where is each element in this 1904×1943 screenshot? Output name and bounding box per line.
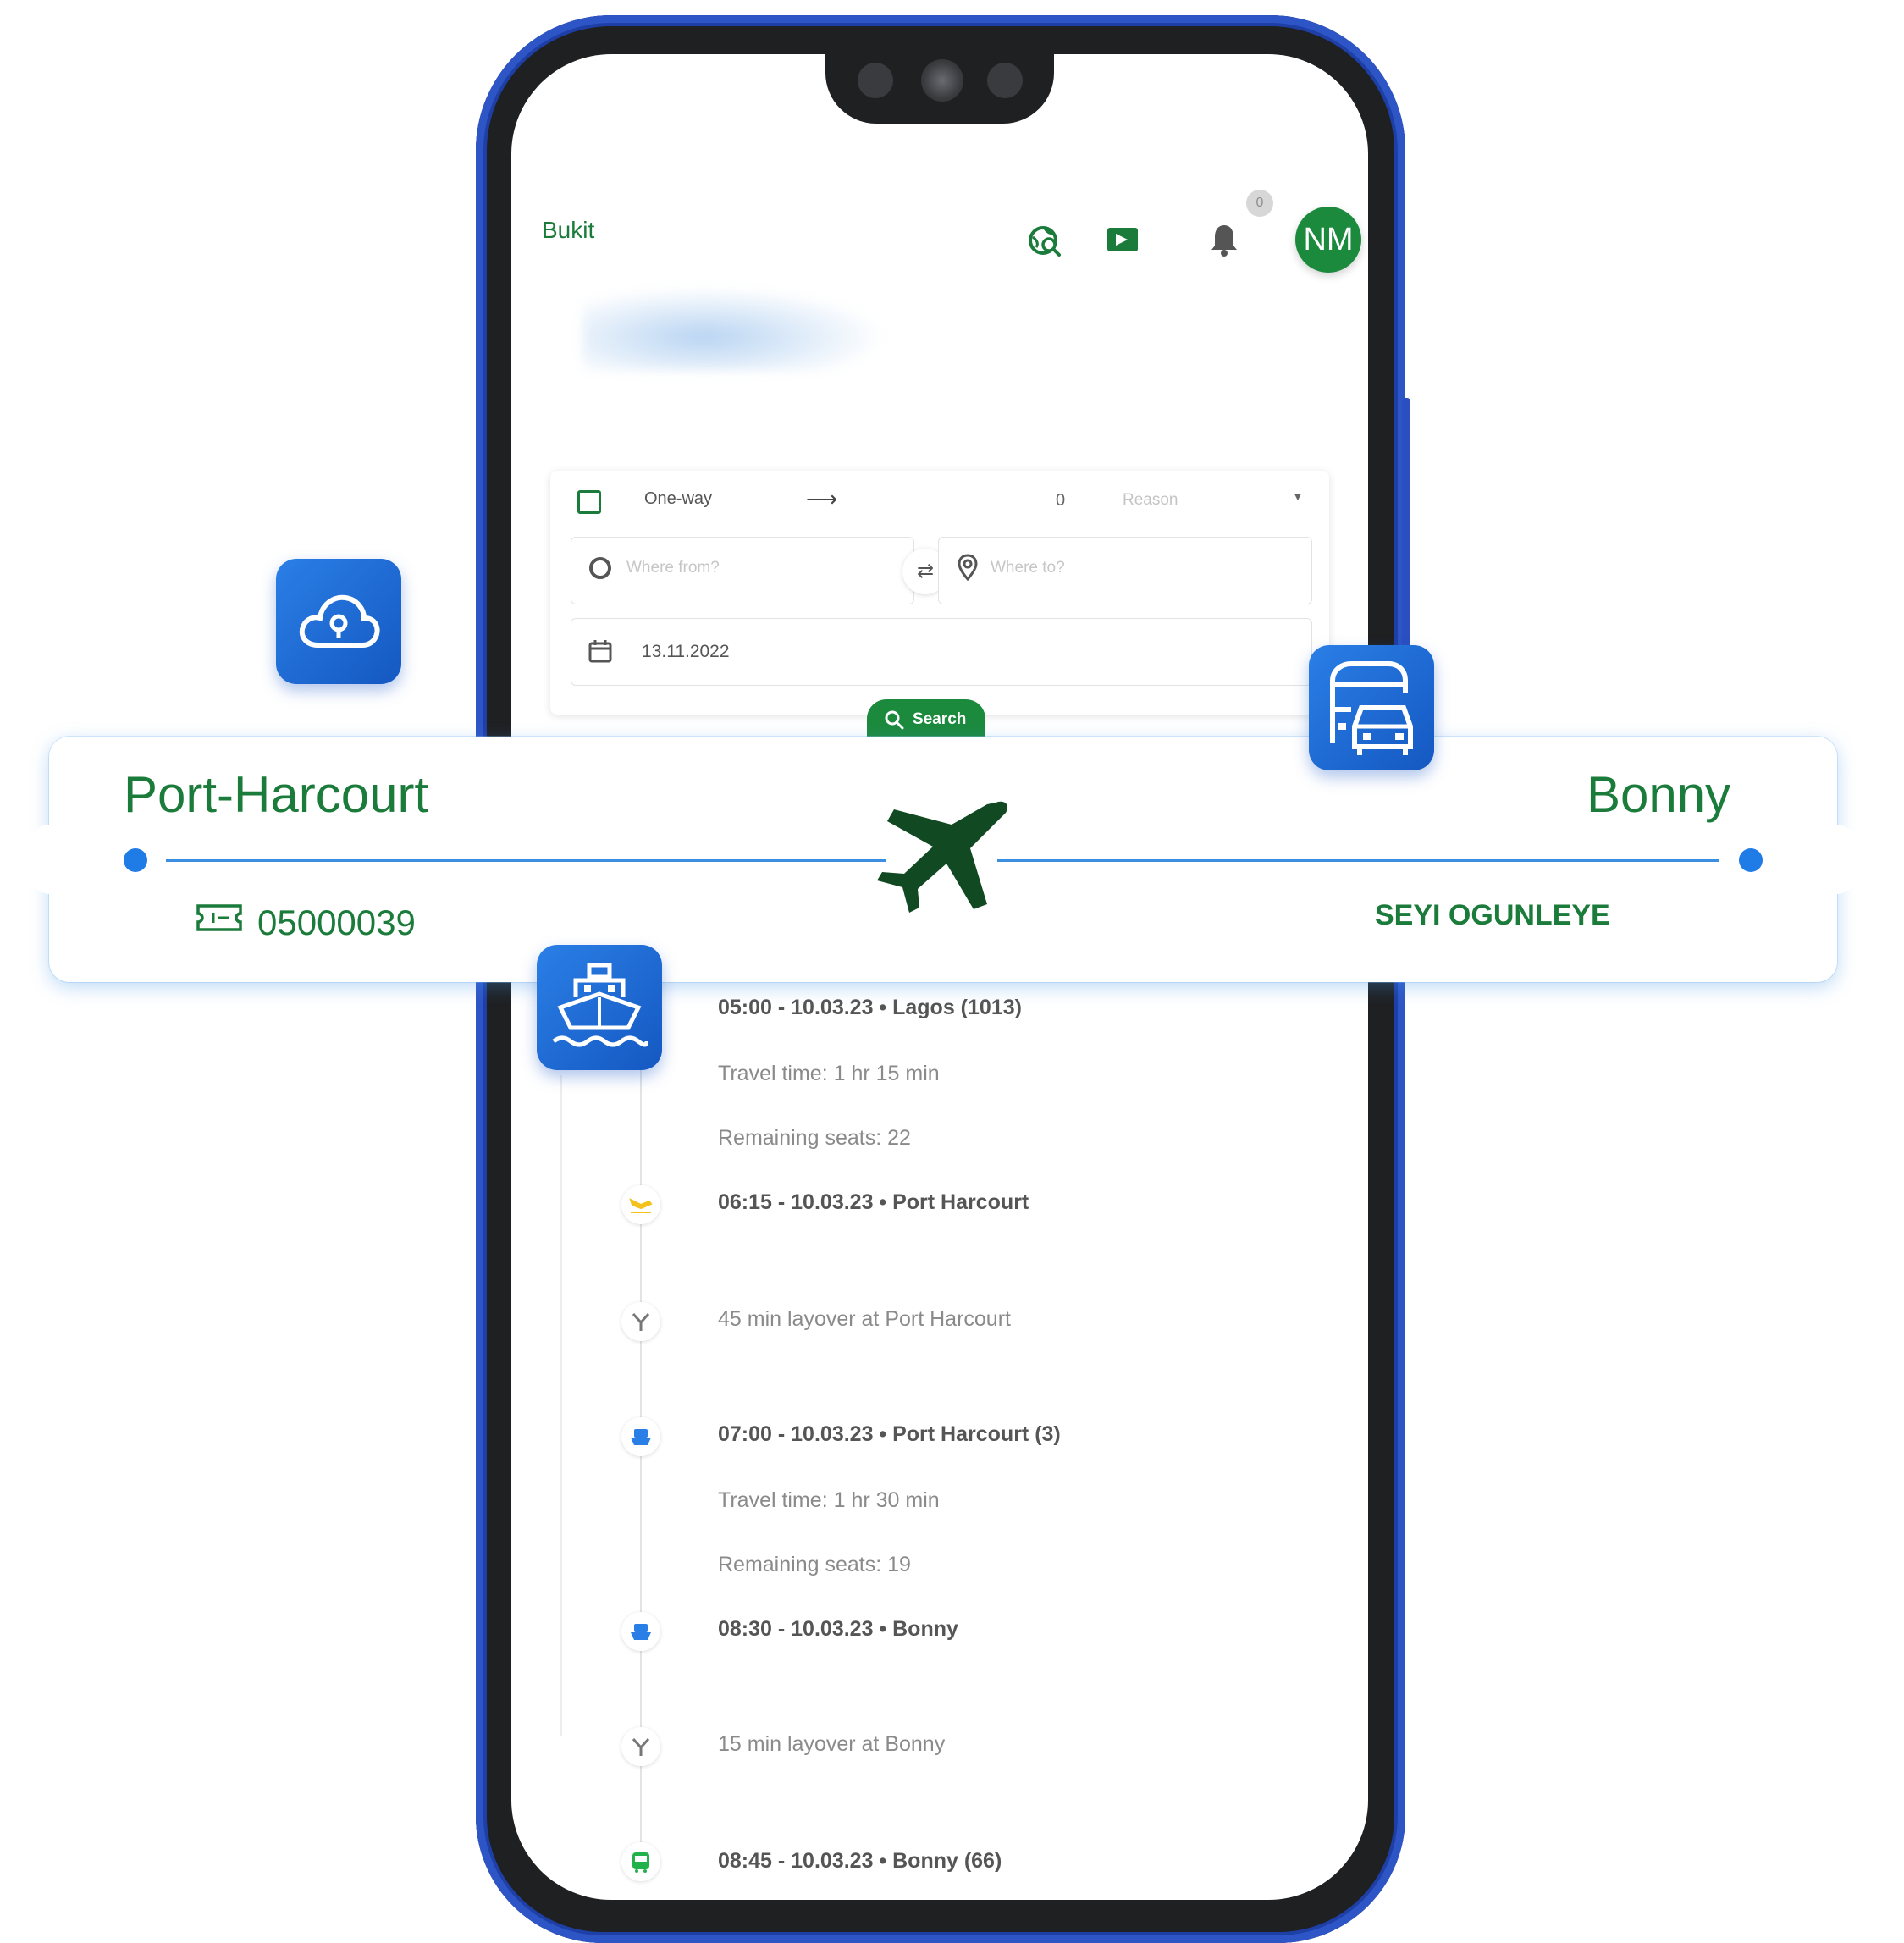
search-button[interactable]: Search (867, 699, 985, 738)
timeline-guide (560, 1075, 562, 1736)
origin-circle-icon (589, 557, 611, 579)
sensor-icon (858, 63, 893, 98)
app-title: Bukit (542, 217, 595, 243)
reason-select[interactable]: Reason (1123, 491, 1178, 510)
segment-departure: 07:00 - 10.03.23 • Port Harcourt (3) (718, 1422, 1061, 1446)
bus-car-icon (1330, 661, 1413, 755)
segment-departure: 05:00 - 10.03.23 • Lagos (1013) (718, 996, 1022, 1019)
destination-dot (1739, 848, 1763, 872)
trip-type-label: One-way (644, 489, 713, 508)
layover-text: 15 min layover at Bonny (718, 1732, 946, 1756)
segment-departure: 08:45 - 10.03.23 • Bonny (66) (718, 1849, 1002, 1873)
boat-icon (621, 1417, 660, 1456)
avatar[interactable]: NM (1295, 207, 1361, 273)
to-placeholder: Where to? (991, 559, 1065, 577)
ticket-notch-right (1810, 825, 1863, 894)
segment-remaining-seats: Remaining seats: 22 (718, 1126, 911, 1150)
ticket-send-icon[interactable] (1106, 225, 1140, 254)
ticket-notch-left (24, 825, 76, 894)
camera-icon (921, 59, 963, 102)
segment-remaining-seats: Remaining seats: 19 (718, 1553, 911, 1576)
map-illustration (582, 286, 887, 371)
one-way-checkbox[interactable] (577, 490, 601, 514)
layover-icon (621, 1302, 660, 1341)
date-value: 13.11.2022 (642, 642, 730, 661)
layover-text: 45 min layover at Port Harcourt (718, 1307, 1011, 1331)
ticket-number: 05000039 (257, 903, 416, 942)
calendar-icon (588, 640, 612, 663)
from-field[interactable] (571, 537, 914, 604)
origin-city: Port-Harcourt (124, 766, 429, 823)
bus-car-tile (1309, 645, 1434, 770)
location-pin-icon (958, 554, 978, 581)
ship-icon (552, 963, 648, 1047)
boat-icon (621, 1612, 660, 1651)
airplane-icon (877, 801, 1008, 913)
search-button-label: Search (913, 710, 967, 728)
search-icon (885, 710, 904, 730)
ticket-icon (196, 904, 242, 931)
notification-badge: 0 (1246, 190, 1273, 217)
ship-tile (537, 945, 662, 1070)
plane-landing-icon (621, 1185, 660, 1224)
route-line (166, 859, 886, 862)
origin-dot (124, 848, 147, 872)
route-line (997, 859, 1719, 862)
passenger-count[interactable]: 0 (1056, 491, 1065, 511)
cloud-lock-icon (299, 594, 380, 648)
from-placeholder: Where from? (626, 559, 720, 577)
sensor-icon (987, 63, 1023, 98)
arrow-right-icon: ⟶ (806, 486, 838, 511)
cloud-lock-tile (276, 559, 401, 684)
segment-travel-time: Travel time: 1 hr 15 min (718, 1062, 940, 1085)
passenger-name: SEYI OGUNLEYE (1375, 899, 1610, 931)
segment-arrival: 06:15 - 10.03.23 • Port Harcourt (718, 1190, 1029, 1214)
destination-city: Bonny (1587, 766, 1731, 823)
bus-icon (621, 1842, 660, 1881)
bell-icon[interactable] (1209, 222, 1239, 257)
segment-arrival: 08:30 - 10.03.23 • Bonny (718, 1617, 958, 1641)
phone-side-button (1402, 398, 1410, 652)
segment-travel-time: Travel time: 1 hr 30 min (718, 1488, 940, 1512)
chevron-down-icon[interactable]: ▼ (1292, 489, 1304, 503)
layover-icon (621, 1727, 660, 1766)
globe-search-icon[interactable] (1026, 222, 1063, 259)
